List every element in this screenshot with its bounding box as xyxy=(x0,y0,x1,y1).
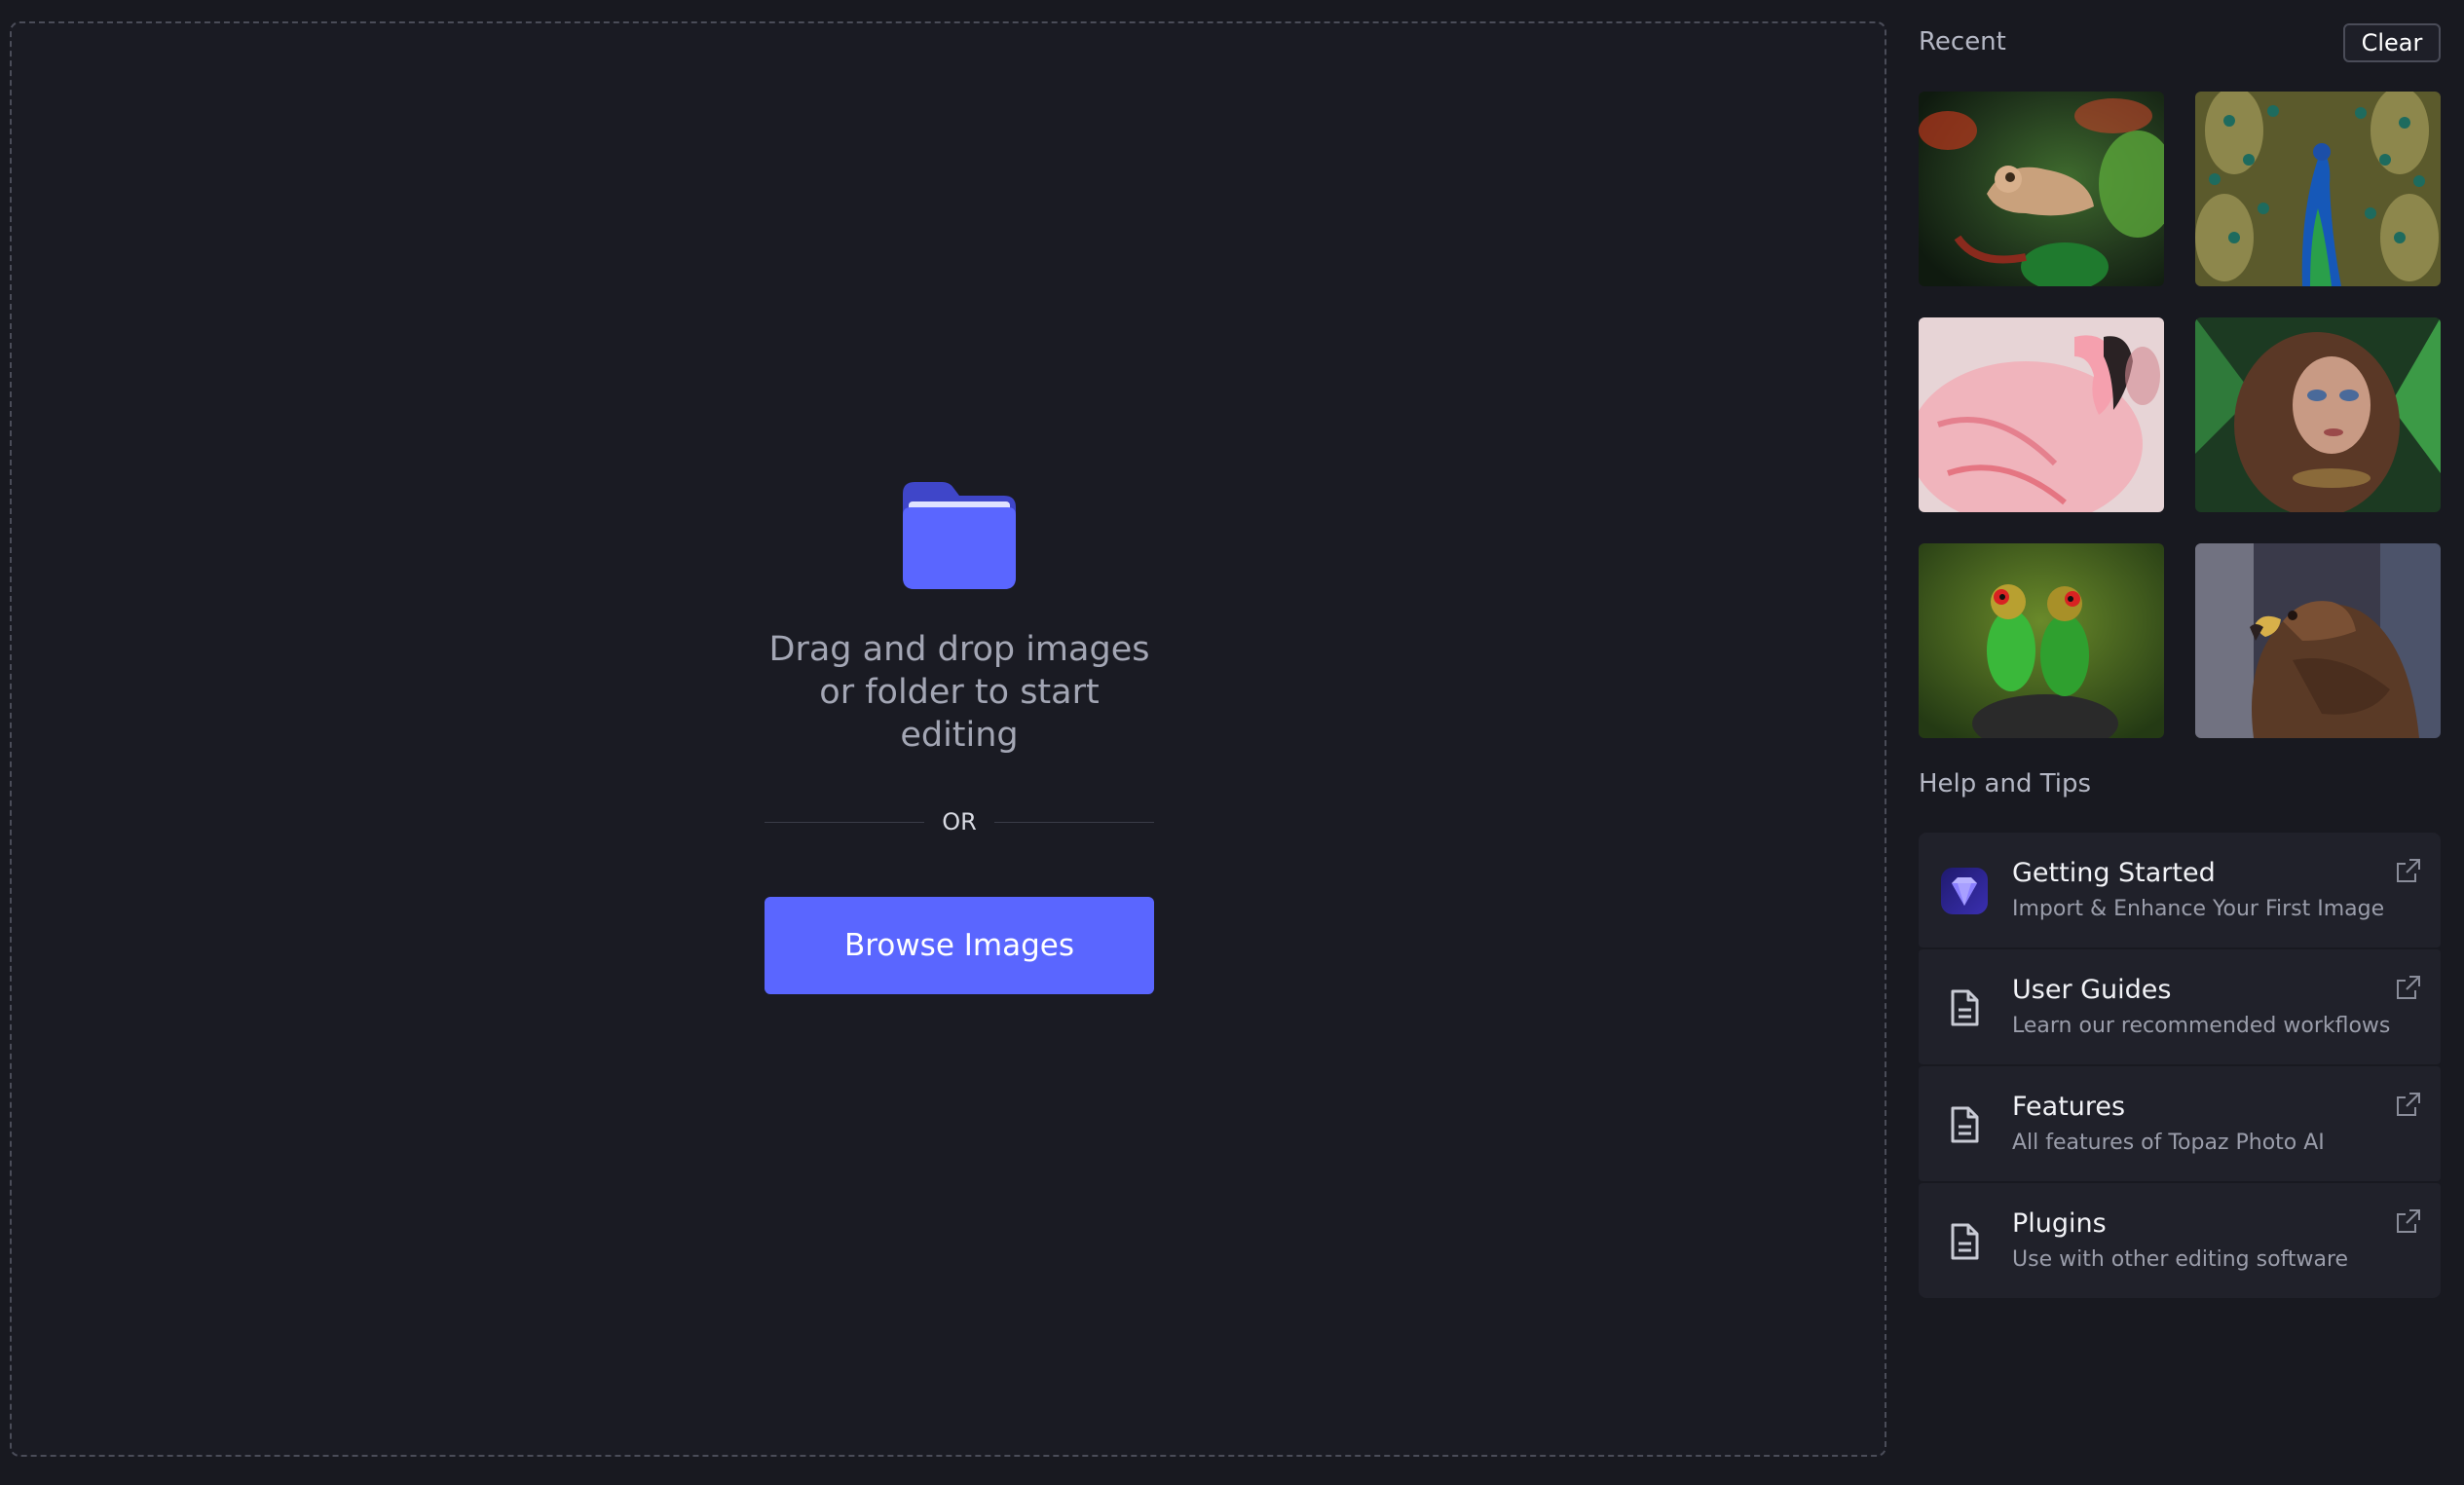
help-title: Help and Tips xyxy=(1919,769,2092,798)
external-link-icon xyxy=(2397,859,2420,882)
recent-images-grid xyxy=(1919,92,2441,738)
recent-header: Recent Clear xyxy=(1917,21,2441,64)
browse-images-button[interactable]: Browse Images xyxy=(765,897,1154,994)
help-item-title: Getting Started xyxy=(2012,858,2216,888)
drop-instructions: Drag and drop images or folder to start … xyxy=(768,630,1150,755)
help-item-subtitle: Import & Enhance Your First Image xyxy=(2012,897,2385,921)
help-item-subtitle: All features of Topaz Photo AI xyxy=(2012,1131,2325,1155)
divider-line-right xyxy=(993,821,1155,823)
help-item-getting-started[interactable]: Getting Started Import & Enhance Your Fi… xyxy=(1919,833,2441,947)
clear-recent-button[interactable]: Clear xyxy=(2343,23,2441,62)
recent-image-woman-portrait[interactable] xyxy=(2195,317,2441,512)
drop-zone-content: Drag and drop images or folder to start … xyxy=(765,476,1155,994)
divider-line-left xyxy=(765,821,925,823)
folder-icon xyxy=(903,482,1016,589)
document-icon xyxy=(1951,1223,1979,1260)
or-label: OR xyxy=(942,808,977,835)
recent-image-peacock[interactable] xyxy=(2195,92,2441,286)
recent-image-flamingo[interactable] xyxy=(1919,317,2164,512)
recent-image-chameleon[interactable] xyxy=(1919,92,2164,286)
help-item-user-guides[interactable]: User Guides Learn our recommended workfl… xyxy=(1919,949,2441,1064)
sidebar: Recent Clear Help and Tips Getting Start… xyxy=(1917,0,2443,1485)
help-item-title: Plugins xyxy=(2012,1208,2107,1239)
help-list: Getting Started Import & Enhance Your Fi… xyxy=(1919,833,2441,1300)
external-link-icon xyxy=(2397,1093,2420,1116)
document-icon xyxy=(1951,989,1979,1026)
recent-image-lovebirds[interactable] xyxy=(1919,543,2164,738)
help-item-title: Features xyxy=(2012,1092,2126,1122)
document-icon xyxy=(1951,1106,1979,1143)
recent-image-eagle[interactable] xyxy=(2195,543,2441,738)
help-item-title: User Guides xyxy=(2012,975,2172,1005)
recent-title: Recent xyxy=(1919,27,2006,56)
help-item-plugins[interactable]: Plugins Use with other editing software xyxy=(1919,1183,2441,1298)
help-item-subtitle: Use with other editing software xyxy=(2012,1247,2349,1272)
external-link-icon xyxy=(2397,1209,2420,1233)
or-divider: OR xyxy=(765,807,1155,836)
topaz-logo-icon xyxy=(1941,868,1988,914)
help-item-features[interactable]: Features All features of Topaz Photo AI xyxy=(1919,1066,2441,1181)
drop-zone[interactable]: Drag and drop images or folder to start … xyxy=(10,21,1886,1457)
external-link-icon xyxy=(2397,976,2420,999)
help-item-subtitle: Learn our recommended workflows xyxy=(2012,1014,2391,1038)
